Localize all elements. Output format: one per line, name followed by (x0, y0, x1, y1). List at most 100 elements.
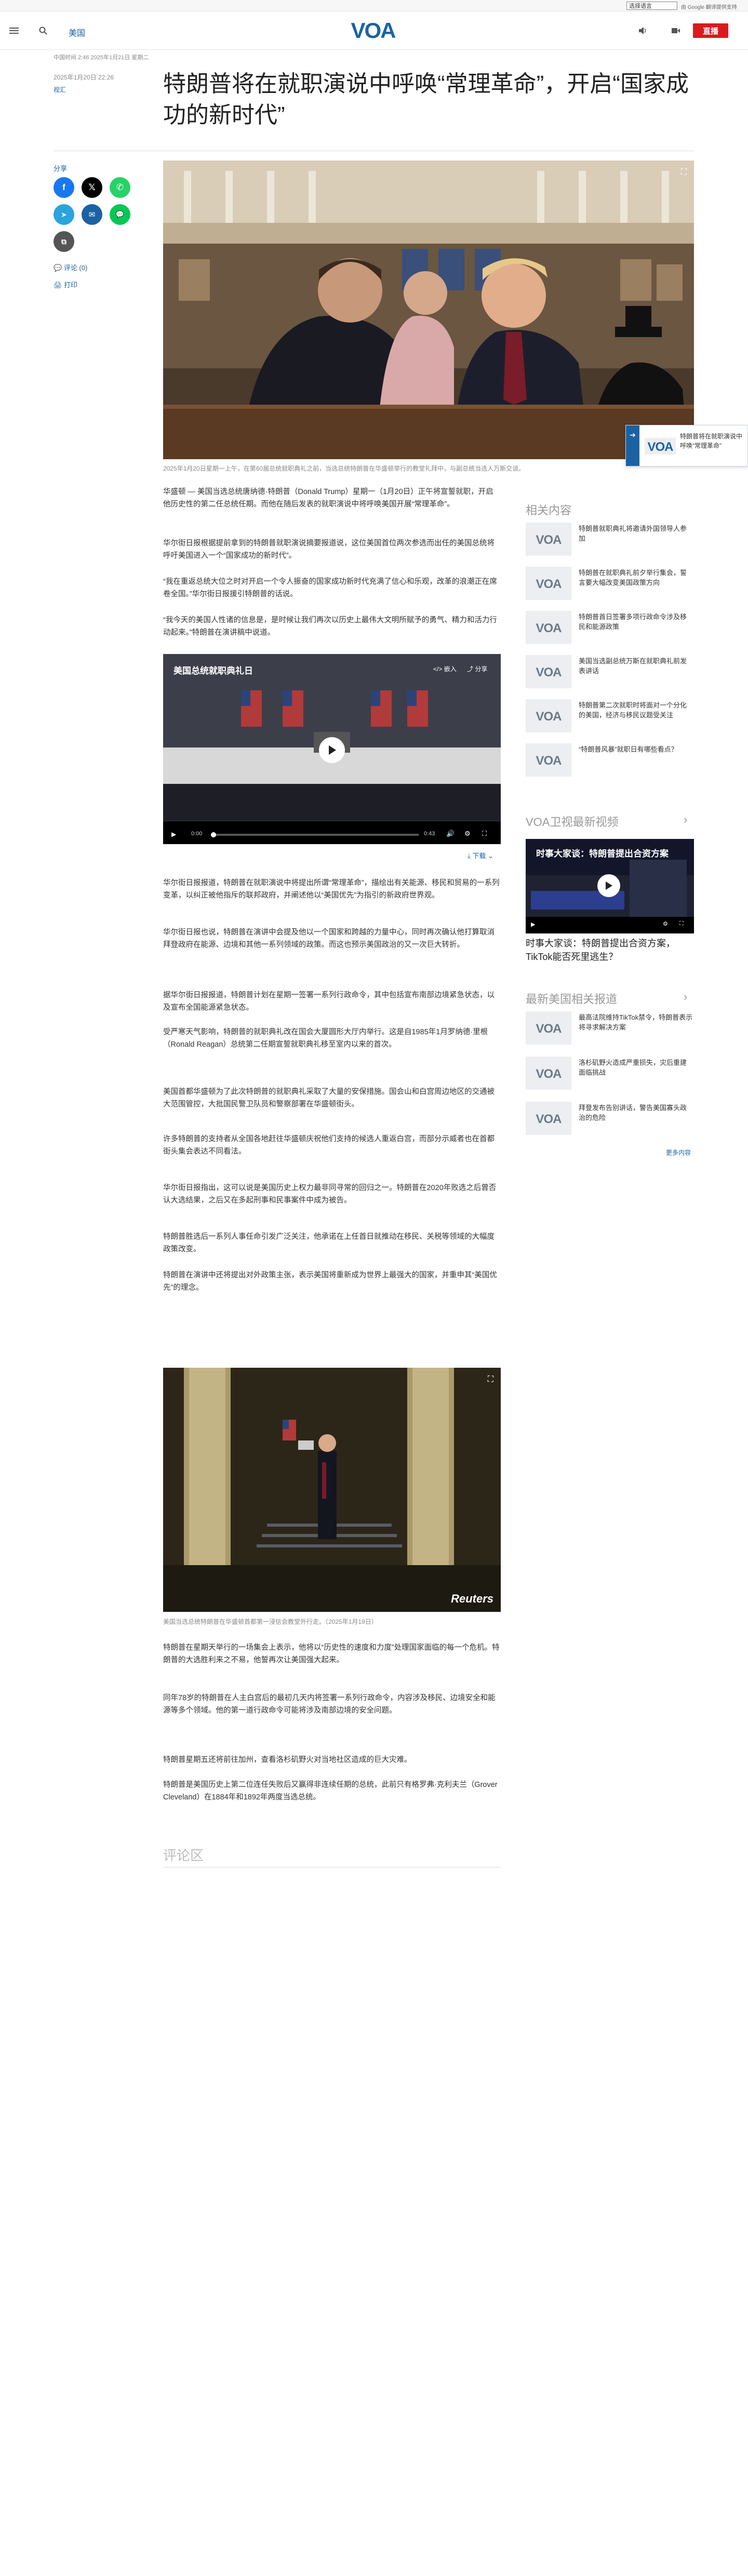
article-paragraph: 华尔街日报也说，特朗普在演讲中会提及他以一个国家和跨越的力量中心，同时再次确认他… (163, 928, 495, 949)
svg-text:VOA: VOA (647, 440, 673, 454)
mini-player-title: 特朗普将在就职演说中呼唤“常理革命” (680, 433, 743, 449)
latest-item[interactable]: VOA 最高法院维持TikTok禁令，特朗普表示将寻求解决方案 (526, 1011, 694, 1048)
video-player[interactable]: 美国总统就职典礼日 </> 嵌入 ⤴ 分享 ▶ 0:00 0:43 🔊 ⚙ ⛶ (163, 654, 501, 844)
print-link[interactable]: 🖨 打印 (54, 279, 77, 289)
svg-text:VOA: VOA (536, 1022, 562, 1036)
translate-note: 由 Google 翻译提供支持 (681, 5, 737, 10)
video-progress[interactable] (211, 834, 419, 836)
svg-text:VOA: VOA (536, 533, 562, 547)
mini-player-expand[interactable]: ➔ (626, 425, 639, 466)
section-link[interactable]: 美国 (69, 26, 85, 38)
sidebar-video[interactable]: 时事大家谈：特朗普提出合资方案 ▶ ⚙ ⛶ (526, 839, 694, 933)
share-label: 分享 (54, 165, 68, 172)
photo-caption: 2025年1月20日星期一上午，在第60届总统就职典礼之前，当选总统特朗普在华盛… (163, 465, 525, 472)
author-link[interactable]: 视汇 (54, 85, 66, 94)
play-button[interactable] (319, 737, 345, 763)
article-paragraph: 许多特朗普的支持者从全国各地赶往华盛顿庆祝他们支持的候选人重返白宫，而部分示威者… (163, 1135, 495, 1156)
play-button[interactable] (597, 874, 620, 897)
site-header: 美国 VOA 直播 (0, 11, 748, 50)
voa-thumb: VOA (526, 1057, 571, 1090)
facebook-share-button[interactable]: f (54, 177, 74, 198)
email-share-button[interactable]: ✉ (82, 204, 102, 225)
voa-thumb: VOA (526, 699, 571, 732)
more-link[interactable]: 更多内容 (666, 1148, 691, 1157)
line-share-button[interactable]: 💬 (110, 204, 130, 225)
fullscreen-icon[interactable]: ⛶ (488, 1375, 493, 1384)
settings-icon[interactable]: ⚙ (464, 830, 471, 838)
voa-thumb: VOA (526, 1011, 571, 1045)
settings-icon[interactable]: ⚙ (663, 920, 668, 927)
related-item[interactable]: VOA “特朗普风暴”就职日有哪些看点？ (526, 743, 694, 780)
x-share-button[interactable]: 𝕏 (82, 177, 102, 198)
svg-text:VOA: VOA (536, 710, 562, 724)
reuters-watermark: Reuters (451, 1592, 493, 1605)
email-icon: ✉ (88, 210, 96, 219)
article-title: 特朗普将在就职演说中呼唤“常理革命”，开启“国家成功的新时代” (163, 71, 689, 128)
line-icon: 💬 (115, 210, 125, 218)
volume-icon[interactable]: 🔊 (446, 830, 455, 838)
timestamp-line: 中国时间 2:46 2025年1月21日 星期二 (54, 55, 149, 61)
telegram-icon: ➤ (61, 210, 67, 219)
audio-icon[interactable] (637, 25, 648, 36)
video-share-button[interactable]: ⤴ 分享 (467, 664, 487, 673)
fullscreen-icon[interactable]: ⛶ (681, 168, 687, 177)
telegram-share-button[interactable]: ➤ (54, 204, 74, 225)
article-paragraph: 据华尔街日报报道，特朗普计划在星期一签署一系列行政命令，其中包括宣布南部边境紧急… (163, 991, 495, 1012)
video-icon[interactable] (670, 25, 682, 36)
chevron-right-icon: › (684, 813, 688, 826)
language-select[interactable]: 选择语言 (626, 2, 677, 10)
play-icon (606, 882, 612, 890)
progress-handle[interactable] (211, 832, 216, 837)
menu-icon[interactable] (8, 25, 20, 36)
comments-link[interactable]: 💬 评论 (0) (54, 262, 87, 272)
video-heading[interactable]: VOA卫视最新视频 › (526, 813, 687, 830)
related-item[interactable]: VOA 特朗普就职典礼将邀请外国领导人参加 (526, 523, 694, 559)
live-button[interactable]: 直播 (693, 23, 728, 38)
copy-icon: ⧉ (61, 237, 66, 246)
video-current-time: 0:00 (191, 831, 203, 837)
voa-thumb: VOA (526, 655, 571, 688)
article-paragraph: 特朗普是美国历史上第二位连任失败后又赢得非连续任期的总统，此前只有格罗弗·克利夫… (163, 1781, 498, 1801)
fullscreen-icon[interactable]: ⛶ (482, 830, 487, 838)
sidebar-video-title[interactable]: 时事大家谈：特朗普提出合资方案，TikTok能否死里逃生？ (526, 937, 694, 964)
share-icon: ⤴ (467, 665, 475, 673)
related-item[interactable]: VOA 特朗普第二次就职时将面对一个分化的美国，经济与移民议题受关注 (526, 699, 694, 736)
article-paragraph: 同年78岁的特朗普在人主白宫后的最初几天内将签署一系列行政命令，内容涉及移民、边… (163, 1694, 496, 1715)
latest-item[interactable]: VOA 洛杉矶野火造成严重损失，灾后重建面临挑战 (526, 1057, 694, 1093)
latest-heading[interactable]: 最新美国相关报道 › (526, 990, 687, 1007)
voa-thumb: VOA (526, 523, 571, 556)
article-paragraph: “我今天的美国人性诸的信息是，是时候让我们再次以历史上最伟大文明所赋予的勇气、精… (163, 616, 497, 637)
related-heading: 相关内容 (526, 504, 572, 517)
article-paragraph: 特朗普在演讲中还将提出对外政策主张，表示美国将重新成为世界上最强大的国家，并重申… (163, 1271, 497, 1292)
copy-link-button[interactable]: ⧉ (54, 231, 74, 252)
article-paragraph: 受严寒天气影响，特朗普的就职典礼改在国会大厦圆形大厅内举行。这是自1985年1月… (163, 1028, 488, 1049)
article-paragraph: 华尔街日报报道，特朗普在就职演说中将提出所谓“常理革命”，描绘出有关能源、移民和… (163, 879, 500, 900)
play-icon[interactable]: ▶ (171, 831, 176, 838)
voa-thumb: VOA (526, 611, 571, 644)
article-photo: ⛶ Reuters (163, 1368, 501, 1612)
article-paragraph: 华尔街日报根据提前拿到的特朗普就职演说摘要报道说，这位美国首位两次参选而出任的美… (163, 539, 495, 560)
publish-date: 2025年1月20日 22:26 (54, 74, 114, 81)
embed-icon: </> (433, 665, 444, 673)
article-paragraph: 特朗普在星期天举行的一场集会上表示，他将以“历史性的速度和力度”处理国家面临的每… (163, 1644, 500, 1664)
mini-player[interactable]: ➔ VOA 特朗普将在就职演说中呼唤“常理革命” (625, 425, 748, 466)
photo-caption: 美国当选总统特朗普在华盛顿首都第一浸信会教堂外行走。（2025年1月19日） (163, 1618, 378, 1625)
video-title: 美国总统就职典礼日 (173, 666, 253, 676)
search-icon[interactable] (37, 25, 49, 36)
article-paragraph: 特朗普胜选后一系列人事任命引发广泛关注，他承诺在上任首日就推动在移民、关税等领域… (163, 1233, 495, 1253)
print-icon: 🖨 (54, 281, 64, 289)
article-paragraph: 美国首都华盛顿为了此次特朗普的就职典礼采取了大量的安保措施。国会山和白宫周边地区… (163, 1088, 495, 1109)
article-paragraph: 华尔街日报指出，这可以说是美国历史上权力最非同寻常的回归之一。特朗普在2020年… (163, 1184, 497, 1205)
related-item[interactable]: VOA 特朗普在就职典礼前夕举行集会，誓言要大幅改变美国政策方向 (526, 567, 694, 603)
embed-button[interactable]: </> 嵌入 (433, 664, 457, 673)
download-button[interactable]: ⤓ 下载 ⌄ (468, 850, 493, 860)
related-item[interactable]: VOA 美国当选副总统万斯在就职典礼前发表讲话 (526, 655, 694, 691)
latest-item[interactable]: VOA 拜登发布告别讲话，警告美国寡头政治的危险 (526, 1102, 694, 1138)
voa-logo[interactable]: VOA (345, 18, 401, 42)
whatsapp-share-button[interactable]: ✆ (110, 177, 130, 198)
svg-text:VOA: VOA (536, 1112, 562, 1126)
related-item[interactable]: VOA 特朗普首日签署多项行政命令涉及移民和能源政策 (526, 611, 694, 647)
play-icon[interactable]: ▶ (531, 921, 535, 928)
chevron-right-icon: › (684, 990, 688, 1003)
fullscreen-icon[interactable]: ⛶ (679, 920, 684, 927)
